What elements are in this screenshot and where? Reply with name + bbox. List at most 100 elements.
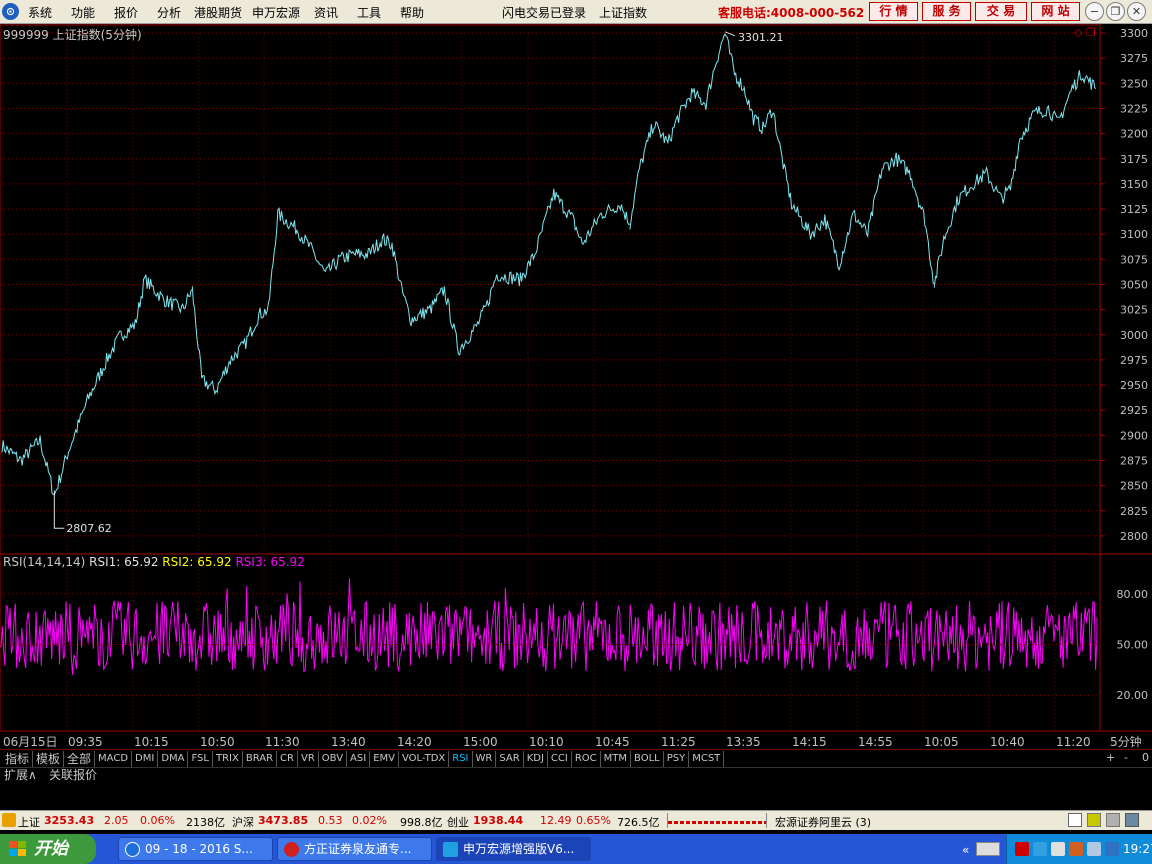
task-founder[interactable]: 方正证券泉友通专... bbox=[277, 837, 432, 861]
task-swhy[interactable]: 申万宏源增强版V6... bbox=[436, 837, 591, 861]
tab-boll[interactable]: BOLL bbox=[631, 751, 664, 767]
time-tick-label: 14:55 bbox=[858, 735, 893, 749]
app-tray-icon[interactable] bbox=[1033, 842, 1047, 856]
chart-corner-icons[interactable]: ◇ ❐ bbox=[1074, 26, 1096, 39]
price-series-line bbox=[1, 274, 193, 496]
current-index-name: 上证指数 bbox=[599, 6, 648, 20]
rsi-tick-label: 80.00 bbox=[1117, 588, 1149, 601]
cy-change: 12.49 bbox=[540, 814, 572, 827]
time-tick-label: 15:00 bbox=[463, 735, 498, 749]
sh-label: 上证 bbox=[18, 816, 40, 829]
menu-function[interactable]: 功能 bbox=[71, 4, 95, 21]
rsi-tick-label: 20.00 bbox=[1117, 689, 1149, 702]
tab-obv[interactable]: OBV bbox=[319, 751, 348, 767]
price-series-line bbox=[743, 85, 935, 285]
tab-control-2[interactable]: 0 bbox=[1142, 751, 1149, 764]
time-tick-label: 10:45 bbox=[595, 735, 630, 749]
lock-icon[interactable] bbox=[1125, 813, 1139, 827]
tab-wr[interactable]: WR bbox=[473, 751, 497, 767]
tab-roc[interactable]: ROC bbox=[572, 751, 601, 767]
time-tick-label: 09:35 bbox=[68, 735, 103, 749]
tab-cci[interactable]: CCI bbox=[548, 751, 572, 767]
close-icon[interactable]: ✕ bbox=[1127, 2, 1146, 21]
status-icon[interactable] bbox=[2, 813, 16, 827]
price-tick-label: 3125 bbox=[1120, 203, 1148, 216]
login-status: 闪电交易已登录 bbox=[502, 6, 587, 20]
restore-icon[interactable]: ❐ bbox=[1106, 2, 1125, 21]
price-tick-label: 3250 bbox=[1120, 77, 1148, 90]
time-tick-label: 10:05 bbox=[924, 735, 959, 749]
tab-dma[interactable]: DMA bbox=[158, 751, 189, 767]
tab-control-0[interactable]: + bbox=[1106, 751, 1115, 764]
cy-pct: 0.65% bbox=[576, 814, 611, 827]
quotes-button[interactable]: 行 情 bbox=[869, 2, 918, 21]
indicator-tab-bar: 指标 模板 全部 MACD DMI DMA FSL TRIX BRAR CR VR OBV ASI EMV… bbox=[0, 749, 1152, 767]
tab-macd[interactable]: MACD bbox=[95, 751, 133, 767]
menu-quotes[interactable]: 报价 bbox=[114, 4, 138, 21]
rsi1-value: RSI1: 65.92 bbox=[89, 555, 159, 569]
settings-icon[interactable] bbox=[1106, 813, 1120, 827]
hs-pct: 0.02% bbox=[352, 814, 387, 827]
time-tick-label: 10:40 bbox=[990, 735, 1025, 749]
tab-vol-tdx[interactable]: VOL-TDX bbox=[399, 751, 450, 767]
menu-analysis[interactable]: 分析 bbox=[157, 4, 181, 21]
task-browser[interactable]: 09 - 18 - 2016 S... bbox=[118, 837, 273, 861]
tab-模板[interactable]: 模板 bbox=[33, 751, 65, 767]
keyboard-icon[interactable] bbox=[976, 842, 1000, 856]
layout-icon[interactable] bbox=[1068, 813, 1082, 827]
tab-指标[interactable]: 指标 bbox=[2, 751, 34, 767]
menu-swhy[interactable]: 申万宏源 bbox=[252, 4, 300, 21]
price-tick-label: 3225 bbox=[1120, 102, 1148, 115]
trade-button[interactable]: 交 易 bbox=[975, 2, 1027, 21]
tab-全部[interactable]: 全部 bbox=[64, 751, 96, 767]
help-icon[interactable] bbox=[1087, 813, 1101, 827]
price-chart[interactable]: 2800 2825 2850 2875 2900 2925 2950 2975 3000 3025… bbox=[0, 24, 1152, 751]
volume-icon[interactable] bbox=[1051, 842, 1065, 856]
tab-mcst[interactable]: MCST bbox=[689, 751, 725, 767]
price-tick-label: 3025 bbox=[1120, 304, 1148, 317]
price-tick-label: 2875 bbox=[1120, 454, 1148, 467]
clock: 19:27 bbox=[1123, 842, 1152, 856]
task-browser-label: 09 - 18 - 2016 S... bbox=[145, 842, 253, 856]
tray-expand-icon[interactable]: « bbox=[962, 843, 969, 857]
network-icon[interactable] bbox=[1015, 842, 1029, 856]
tab-kdj[interactable]: KDJ bbox=[524, 751, 548, 767]
time-tick-label: 11:20 bbox=[1056, 735, 1091, 749]
ime-icon[interactable] bbox=[1105, 842, 1119, 856]
related-quotes-tab[interactable]: 关联报价 bbox=[49, 768, 97, 783]
price-tick-label: 2925 bbox=[1120, 404, 1148, 417]
tab-control-1[interactable]: - bbox=[1124, 751, 1128, 764]
tab-dmi[interactable]: DMI bbox=[132, 751, 159, 767]
menu-news[interactable]: 资讯 bbox=[314, 4, 338, 21]
expand-toggle[interactable]: 扩展∧ bbox=[4, 768, 37, 783]
tab-cr[interactable]: CR bbox=[277, 751, 298, 767]
rsi2-value: RSI2: 65.92 bbox=[162, 555, 232, 569]
tab-fsl[interactable]: FSL bbox=[188, 751, 213, 767]
display-icon[interactable] bbox=[1087, 842, 1101, 856]
price-tick-label: 3150 bbox=[1120, 178, 1148, 191]
menu-help[interactable]: 帮助 bbox=[400, 4, 424, 21]
tab-asi[interactable]: ASI bbox=[347, 751, 371, 767]
menu-tools[interactable]: 工具 bbox=[357, 4, 381, 21]
tab-mtm[interactable]: MTM bbox=[601, 751, 632, 767]
tab-psy[interactable]: PSY bbox=[664, 751, 690, 767]
service-button[interactable]: 服 务 bbox=[922, 2, 971, 21]
tab-brar[interactable]: BRAR bbox=[243, 751, 278, 767]
website-button[interactable]: 网 站 bbox=[1031, 2, 1080, 21]
minimize-icon[interactable]: − bbox=[1085, 2, 1104, 21]
price-tick-label: 3200 bbox=[1120, 128, 1148, 141]
tab-sar[interactable]: SAR bbox=[496, 751, 524, 767]
tab-vr[interactable]: VR bbox=[298, 751, 319, 767]
broker-server[interactable]: 宏源证券阿里云 (3) bbox=[775, 814, 871, 830]
sub-tab-bar: 扩展∧ 关联报价 bbox=[0, 767, 1152, 783]
tab-emv[interactable]: EMV bbox=[370, 751, 399, 767]
price-tick-label: 3075 bbox=[1120, 253, 1148, 266]
menu-system[interactable]: 系统 bbox=[28, 4, 52, 21]
tab-trix[interactable]: TRIX bbox=[213, 751, 243, 767]
menu-hk-futures[interactable]: 港股期货 bbox=[194, 4, 242, 21]
start-button[interactable]: 开始 bbox=[0, 834, 96, 864]
chart-title: 999999 上证指数(5分钟) bbox=[3, 28, 142, 42]
security-icon[interactable] bbox=[1069, 842, 1083, 856]
tab-rsi[interactable]: RSI bbox=[449, 751, 473, 767]
app-logo-icon[interactable]: ⊙ bbox=[2, 3, 19, 20]
